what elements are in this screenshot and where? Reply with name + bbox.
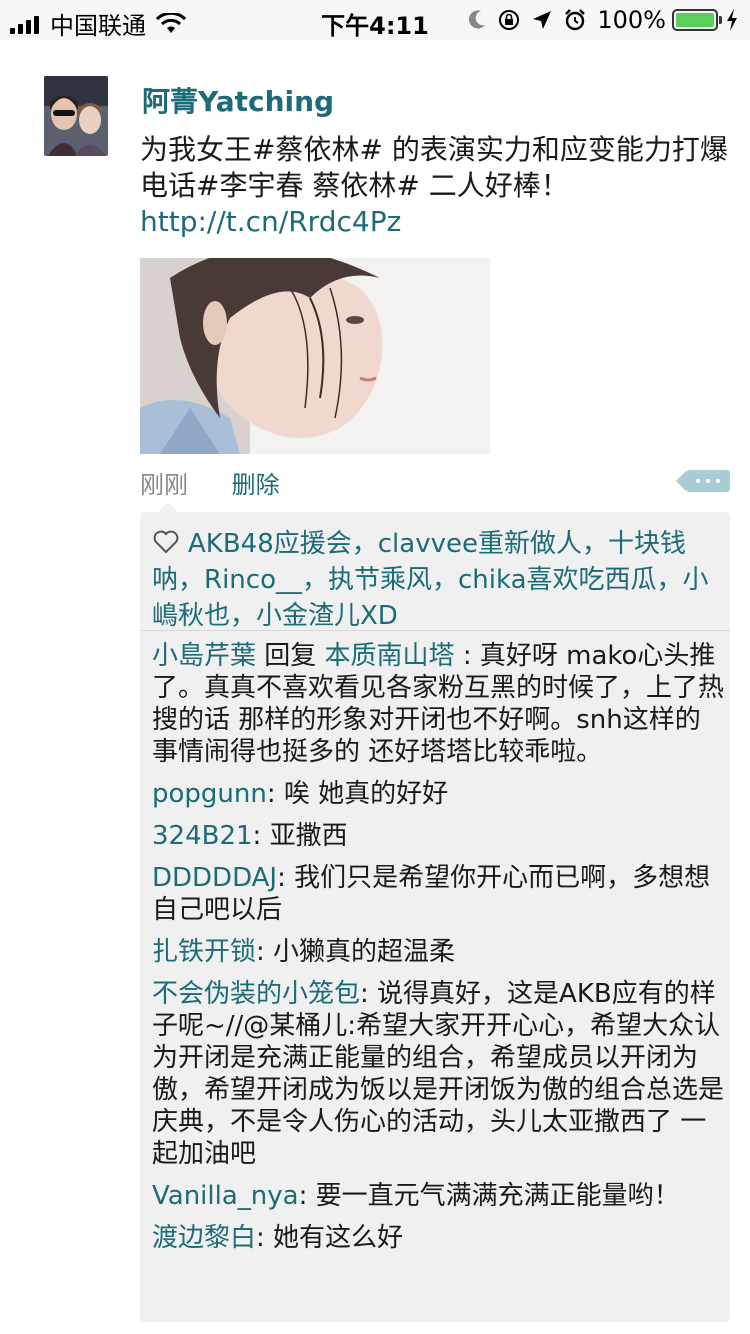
avatar[interactable] <box>44 76 108 156</box>
comment-reply-label: 回复 <box>256 641 325 671</box>
post-text: 为我女王#蔡依林# 的表演实力和应变能力打爆电话#李宇春 蔡依林# 二人好棒！ … <box>140 132 740 240</box>
comment-user[interactable]: 小島芹葉 <box>152 641 256 671</box>
charging-icon <box>727 9 737 31</box>
post-body: 为我女王#蔡依林# 的表演实力和应变能力打爆电话#李宇春 蔡依林# 二人好棒！ <box>140 133 728 202</box>
comment-text: : 亚撒西 <box>252 821 348 851</box>
comment-text: : 唉 她真的好好 <box>266 779 449 809</box>
comment-user[interactable]: 扎铁开锁 <box>152 937 256 967</box>
comment-text: : 小獭真的超温柔 <box>256 937 456 967</box>
comment-user[interactable]: DDDDDAJ <box>152 863 277 893</box>
comment-item[interactable]: 不会伪装的小笼包: 说得真好，这是AKB应有的样子呢~//@某桶儿:希望大家开开… <box>152 978 724 1170</box>
comment-item[interactable]: 324B21: 亚撒西 <box>152 820 724 852</box>
more-dot-icon <box>696 479 700 483</box>
likes-list: AKB48应援会，clavvee重新做人，十块钱呐，Rinco__，执节乘风，c… <box>152 526 722 634</box>
comments-panel: AKB48应援会，clavvee重新做人，十块钱呐，Rinco__，执节乘风，c… <box>140 502 730 1322</box>
comments-list: 小島芹葉 回复 本质南山塔 : 真好呀 mako心头推了。真真不喜欢看见各家粉互… <box>152 640 724 1264</box>
comment-text: : 要一直元气满满充满正能量哟！ <box>298 1181 680 1211</box>
heart-icon[interactable] <box>152 529 180 555</box>
battery-percent: 100% <box>597 6 666 34</box>
comment-reply-to[interactable]: 本质南山塔 <box>325 641 455 671</box>
status-right: 100% <box>457 6 738 34</box>
divider <box>140 630 730 631</box>
comment-user[interactable]: popgunn <box>152 779 267 809</box>
username[interactable]: 阿菁Yatching <box>142 80 334 120</box>
more-dot-icon <box>716 479 720 483</box>
comment-item[interactable]: 小島芹葉 回复 本质南山塔 : 真好呀 mako心头推了。真真不喜欢看见各家粉互… <box>152 640 724 768</box>
battery-icon <box>672 9 722 31</box>
comment-item[interactable]: popgunn: 唉 她真的好好 <box>152 778 724 810</box>
more-options-button[interactable] <box>676 470 730 492</box>
likes-names[interactable]: AKB48应援会，clavvee重新做人，十块钱呐，Rinco__，执节乘风，c… <box>152 529 709 631</box>
comment-item[interactable]: Vanilla_nya: 要一直元气满满充满正能量哟！ <box>152 1180 724 1212</box>
comment-user[interactable]: Vanilla_nya <box>152 1181 299 1211</box>
rotation-lock-icon <box>499 10 520 30</box>
location-icon <box>533 11 552 29</box>
moon-icon <box>469 10 486 29</box>
post-meta: 刚刚 删除 <box>140 465 280 500</box>
comment-item[interactable]: 扎铁开锁: 小獭真的超温柔 <box>152 936 724 968</box>
post-time: 刚刚 <box>140 471 188 499</box>
status-bar: 中国联通 下午4:11 100% <box>0 0 750 40</box>
comment-item[interactable]: 渡边黎白: 她有这么好 <box>152 1222 724 1254</box>
comment-text: : 她有这么好 <box>256 1223 404 1253</box>
comment-item[interactable]: DDDDDAJ: 我们只是希望你开心而已啊，多想想自己吧以后 <box>152 862 724 926</box>
comment-user[interactable]: 不会伪装的小笼包 <box>152 979 360 1009</box>
comment-user[interactable]: 渡边黎白 <box>152 1223 256 1253</box>
more-dot-icon <box>706 479 710 483</box>
alarm-icon <box>565 9 586 31</box>
delete-button[interactable]: 删除 <box>232 471 280 499</box>
post-link[interactable]: http://t.cn/Rrdc4Pz <box>140 205 401 238</box>
post-image[interactable] <box>140 258 490 454</box>
comment-user[interactable]: 324B21 <box>152 821 253 851</box>
